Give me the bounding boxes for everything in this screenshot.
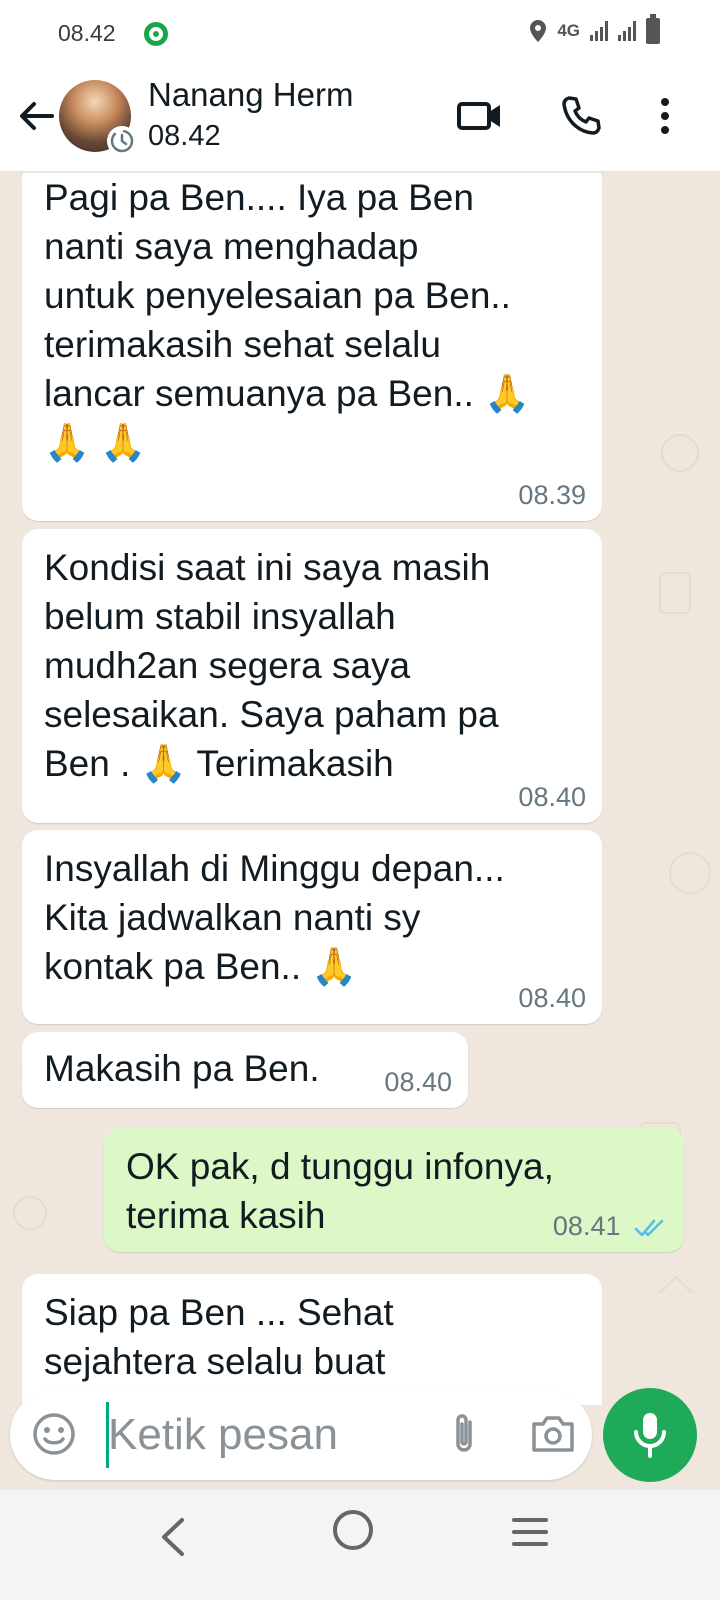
message-bubble-incoming[interactable]: Insyallah di Minggu depan... Kita jadwal… [22,830,602,1024]
message-text: Pagi pa Ben.... Iya pa Ben nanti saya me… [44,177,531,463]
location-active-icon [144,22,168,46]
status-clock-icon [107,126,137,156]
network-type: 4G [557,21,580,40]
message-list[interactable]: Pagi pa Ben.... Iya pa Ben nanti saya me… [0,173,720,1405]
smiley-icon[interactable] [32,1412,76,1456]
nav-home-icon[interactable] [333,1510,373,1550]
arrow-left-icon[interactable] [14,94,58,138]
microphone-icon [634,1413,666,1458]
message-time-value: 08.41 [552,1211,621,1241]
message-bubble-incoming[interactable]: Siap pa Ben ... Sehat sejahtera selalu b… [22,1274,602,1405]
message-bubble-outgoing[interactable]: OK pak, d tunggu infonya, terima kasih 0… [104,1128,684,1252]
paperclip-icon[interactable] [444,1412,484,1458]
signal-icon [590,21,608,41]
message-input[interactable] [98,1408,418,1462]
message-bubble-incoming[interactable]: Kondisi saat ini saya masih belum stabil… [22,529,602,823]
voice-record-button[interactable] [603,1388,697,1482]
message-time: 08.40 [518,782,586,812]
status-indicators: 4G [529,14,660,44]
message-text: Kondisi saat ini saya masih belum stabil… [44,547,499,784]
message-bubble-incoming[interactable]: Makasih pa Ben. 08.40 [22,1032,468,1108]
system-navigation-bar [0,1490,720,1600]
more-vert-icon[interactable] [650,94,680,138]
video-camera-icon[interactable] [456,94,504,138]
phone-icon[interactable] [560,94,604,138]
signal-icon-2 [618,21,636,41]
contact-last-seen: 08.42 [148,120,221,152]
chat-header: Nanang Herm 08.42 [0,68,720,172]
message-bubble-incoming[interactable]: Pagi pa Ben.... Iya pa Ben nanti saya me… [22,173,602,521]
nav-recents-icon[interactable] [510,1512,550,1552]
message-text: Siap pa Ben ... Sehat sejahtera selalu b… [44,1292,394,1382]
status-bar: 08.42 4G [0,0,720,68]
contact-name[interactable]: Nanang Herm [148,76,353,114]
composer [10,1390,592,1480]
message-text: Insyallah di Minggu depan... Kita jadwal… [44,848,505,987]
location-pin-icon [530,20,547,42]
status-time: 08.42 [58,20,116,46]
battery-icon [646,14,660,44]
message-time: 08.40 [384,1067,452,1097]
double-check-icon [634,1219,664,1237]
message-time: 08.41 [553,1211,668,1242]
message-time: 08.39 [518,480,586,510]
camera-icon[interactable] [528,1412,578,1456]
nav-back-icon[interactable] [150,1512,200,1562]
message-time: 08.40 [518,983,586,1013]
